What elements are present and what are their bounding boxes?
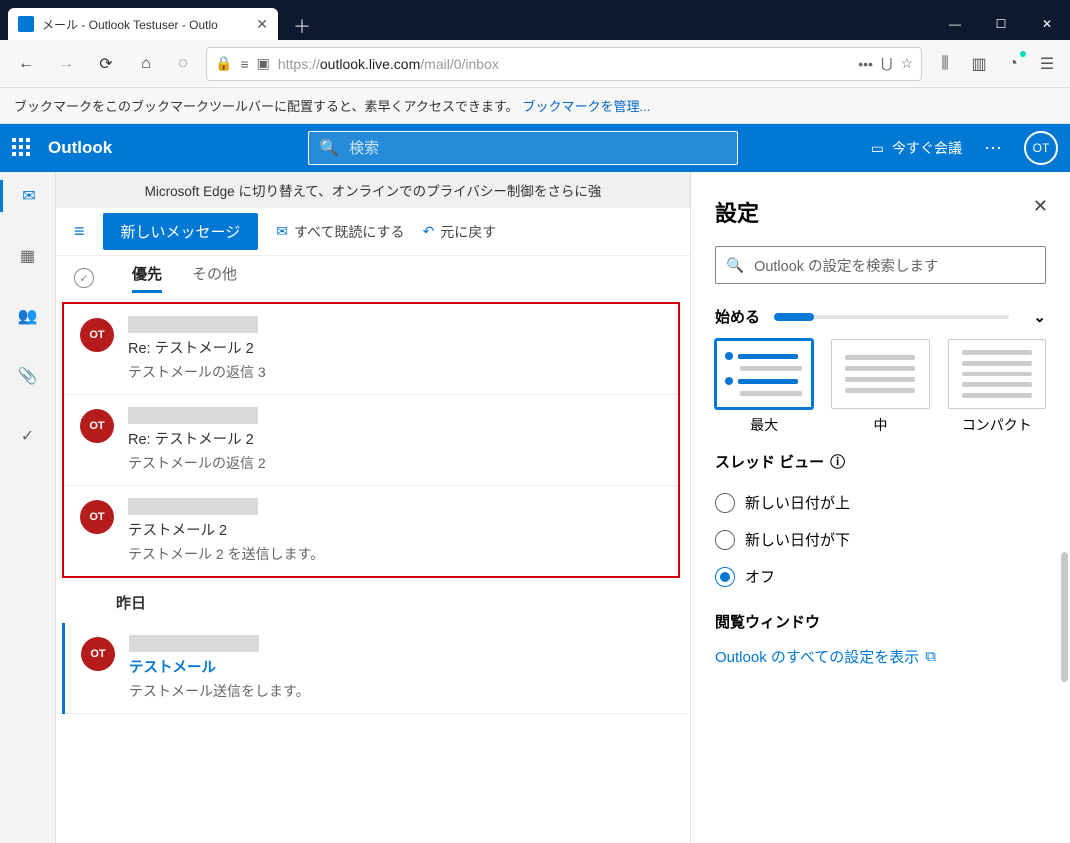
- avatar: OT: [81, 637, 115, 671]
- message-preview: テストメールの返信 2: [128, 453, 266, 473]
- people-icon[interactable]: 👥: [12, 300, 44, 332]
- message-preview: テストメール送信をします。: [129, 681, 310, 701]
- read-icon: ✉: [276, 223, 288, 240]
- close-tab-icon[interactable]: ✕: [256, 16, 268, 33]
- attach-icon[interactable]: 📎: [12, 360, 44, 392]
- message-subject: テストメール: [129, 656, 310, 677]
- all-settings-link[interactable]: Outlook のすべての設定を表示⧉: [715, 646, 1046, 667]
- message-subject: テストメール 2: [128, 519, 324, 540]
- message-item[interactable]: OT Re: テストメール 2 テストメールの返信 3: [64, 304, 678, 395]
- bookmark-bar: ブックマークをこのブックマークツールバーに配置すると、素早くアクセスできます。 …: [0, 88, 1070, 124]
- message-item[interactable]: OT Re: テストメール 2 テストメールの返信 2: [64, 395, 678, 486]
- mark-all-read-button[interactable]: ✉すべて既読にする: [276, 222, 404, 242]
- pocket-icon[interactable]: ⋃: [881, 55, 892, 72]
- edge-banner: Microsoft Edge に切り替えて、オンラインでのプライバシー制御をさら…: [56, 172, 690, 208]
- search-input[interactable]: [349, 140, 727, 157]
- sender-redacted: [128, 498, 258, 515]
- avatar: OT: [80, 318, 114, 352]
- undo-button[interactable]: ↶元に戻す: [423, 222, 497, 242]
- search-icon: 🔍: [319, 138, 339, 158]
- tab-focused[interactable]: 優先: [132, 263, 162, 293]
- highlighted-messages: OT Re: テストメール 2 テストメールの返信 3 OT Re: テストメー…: [62, 302, 680, 578]
- sidebar-icon[interactable]: ▥: [968, 53, 990, 75]
- forward-button[interactable]: →: [52, 50, 80, 78]
- date-header: 昨日: [56, 578, 690, 623]
- page-actions-icon[interactable]: •••: [858, 56, 873, 72]
- browser-tab[interactable]: メール - Outlook Testuser - Outlo ✕: [8, 8, 278, 40]
- outlook-favicon: [18, 16, 34, 32]
- scrollbar-thumb[interactable]: [1061, 552, 1068, 682]
- camera-icon: ▭: [871, 140, 884, 157]
- chevron-down-icon[interactable]: ⌄: [1033, 308, 1046, 326]
- site-icon: ▣: [257, 55, 270, 72]
- message-item[interactable]: OT テストメール テストメール送信をします。: [65, 623, 690, 714]
- undo-icon: ↶: [423, 223, 435, 240]
- search-box[interactable]: 🔍: [308, 131, 738, 165]
- lock-icon: 🔒: [215, 55, 232, 72]
- message-subject: Re: テストメール 2: [128, 337, 266, 358]
- new-message-button[interactable]: 新しいメッセージ: [103, 213, 259, 250]
- home-button[interactable]: ⌂: [132, 50, 160, 78]
- more-icon[interactable]: ⋯: [984, 138, 1002, 159]
- settings-search-input[interactable]: 🔍 Outlook の設定を検索します: [715, 246, 1046, 284]
- tab-title: メール - Outlook Testuser - Outlo: [42, 16, 248, 33]
- popout-icon: ⧉: [925, 648, 936, 665]
- minimize-button[interactable]: ―: [932, 8, 978, 40]
- hamburger-icon[interactable]: ≡: [74, 221, 85, 242]
- todo-icon[interactable]: ✓: [12, 420, 44, 452]
- message-item[interactable]: OT テストメール 2 テストメール 2 を送信します。: [64, 486, 678, 576]
- library-icon[interactable]: ⫼: [934, 53, 956, 75]
- url-bar[interactable]: 🔒 ≡ ▣ https://outlook.live.com/mail/0/in…: [206, 47, 922, 81]
- close-settings-icon[interactable]: ✕: [1033, 196, 1048, 217]
- manage-bookmarks-link[interactable]: ブックマークを管理...: [523, 96, 651, 115]
- meet-now-button[interactable]: ▭ 今すぐ会議: [871, 138, 962, 158]
- density-compact[interactable]: コンパクト: [948, 339, 1046, 435]
- sender-redacted: [129, 635, 259, 652]
- left-rail: ✉ ▦ 👥 📎 ✓: [0, 172, 56, 843]
- density-medium[interactable]: 中: [831, 339, 929, 435]
- reload-button[interactable]: ⟳: [92, 50, 120, 78]
- shield-icon[interactable]: ◌: [172, 53, 194, 75]
- thread-newest-top[interactable]: 新しい日付が上: [715, 484, 1046, 521]
- app-launcher-icon[interactable]: [12, 138, 32, 158]
- close-window-button[interactable]: ✕: [1024, 8, 1070, 40]
- menu-icon[interactable]: ☰: [1036, 53, 1058, 75]
- message-subject: Re: テストメール 2: [128, 428, 266, 449]
- user-avatar[interactable]: OT: [1024, 131, 1058, 165]
- bookmark-star-icon[interactable]: ☆: [900, 55, 913, 72]
- back-button[interactable]: ←: [12, 50, 40, 78]
- sender-redacted: [128, 407, 258, 424]
- sender-redacted: [128, 316, 258, 333]
- info-icon[interactable]: ⓘ: [830, 451, 845, 472]
- mail-icon[interactable]: ✉: [0, 180, 55, 212]
- settings-title: 設定: [715, 196, 1046, 228]
- account-icon[interactable]: ◔: [1002, 53, 1024, 75]
- tab-other[interactable]: その他: [192, 263, 237, 293]
- message-preview: テストメールの返信 3: [128, 362, 266, 382]
- permissions-icon: ≡: [240, 56, 248, 72]
- search-icon: 🔍: [726, 257, 744, 274]
- avatar: OT: [80, 409, 114, 443]
- message-preview: テストメール 2 を送信します。: [128, 544, 324, 564]
- thread-view-label: スレッド ビュー: [715, 451, 824, 472]
- settings-panel: ✕ 設定 🔍 Outlook の設定を検索します 始める ⌄ 最大: [690, 172, 1070, 843]
- calendar-icon[interactable]: ▦: [12, 240, 44, 272]
- density-large[interactable]: 最大: [715, 339, 813, 435]
- avatar: OT: [80, 500, 114, 534]
- getting-started-label: 始める: [715, 306, 760, 327]
- select-all-checkbox[interactable]: ✓: [74, 268, 94, 288]
- thread-newest-bottom[interactable]: 新しい日付が下: [715, 521, 1046, 558]
- new-tab-button[interactable]: ＋: [288, 12, 316, 40]
- thread-off[interactable]: オフ: [715, 558, 1046, 595]
- progress-bar: [774, 315, 1009, 319]
- maximize-button[interactable]: ☐: [978, 8, 1024, 40]
- reading-pane-label: 閲覧ウィンドウ: [715, 611, 820, 632]
- brand-label: Outlook: [48, 138, 112, 158]
